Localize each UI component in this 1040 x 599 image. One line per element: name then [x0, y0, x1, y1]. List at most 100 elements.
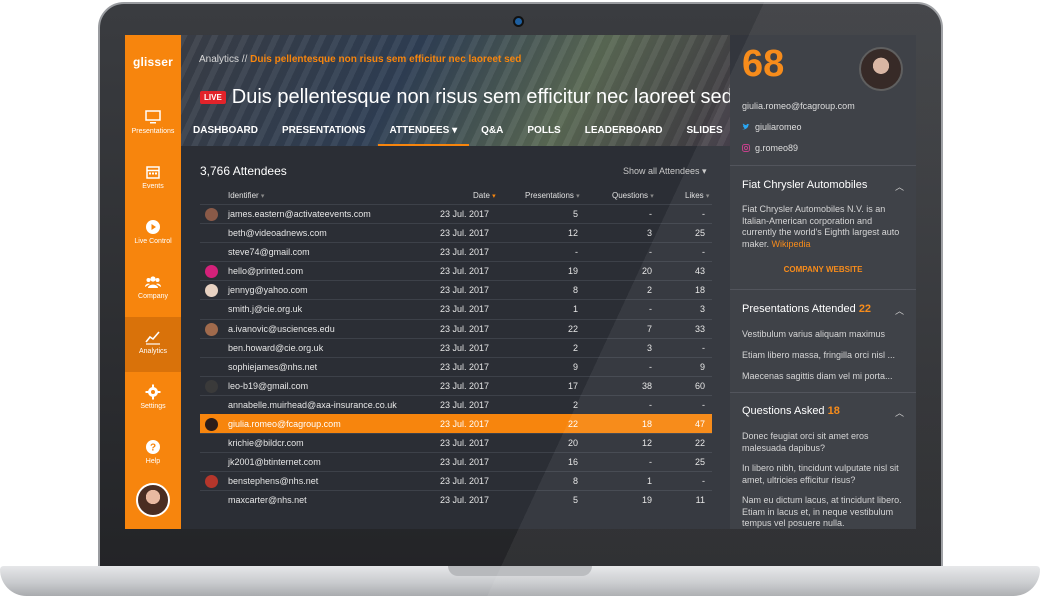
sidebar-item-presentations[interactable]: Presentations: [125, 97, 181, 152]
attendee-questions: -: [649, 304, 652, 315]
attendee-email: jk2001@btinternet.com: [228, 457, 321, 468]
tab-polls[interactable]: POLLS: [515, 124, 572, 146]
chevron-up-icon[interactable]: ︿: [895, 406, 904, 419]
attendee-questions: -: [649, 247, 652, 258]
app-logo[interactable]: glisser: [125, 55, 181, 69]
attendee-email: annabelle.muirhead@axa-insurance.co.uk: [228, 399, 397, 410]
table-row[interactable]: a.ivanovic@usciences.edu 23 Jul. 2017 22 7 3…: [200, 318, 712, 338]
tab-attendees[interactable]: ATTENDEES ▾: [377, 124, 470, 146]
instagram-icon: [742, 144, 750, 152]
attendee-presentations: 17: [567, 380, 578, 391]
sidebar-item-analytics[interactable]: Analytics: [125, 317, 181, 372]
column-header-presentations[interactable]: Presentations ▾: [525, 191, 580, 200]
gear-icon: [145, 384, 161, 400]
column-header-likes[interactable]: Likes ▾: [685, 191, 709, 200]
table-row[interactable]: ben.howard@cie.org.uk 23 Jul. 2017 2 3 -: [200, 337, 712, 357]
column-header-date[interactable]: Date ▾: [473, 191, 496, 200]
table-row[interactable]: beth@videoadnews.com 23 Jul. 2017 12 3 25: [200, 223, 712, 242]
chevron-up-icon[interactable]: ︿: [895, 180, 904, 193]
table-row[interactable]: giulia.romeo@fcagroup.com 23 Jul. 2017 22 1…: [200, 414, 712, 434]
attendee-email: leo-b19@gmail.com: [228, 380, 309, 391]
profile-avatar: [859, 47, 903, 91]
breadcrumb-current: Duis pellentesque non risus sem efficitu…: [250, 54, 522, 65]
attendee-date: 23 Jul. 2017: [440, 495, 490, 506]
column-header-identifier[interactable]: Identifier ▾: [228, 191, 264, 200]
attendee-date: 23 Jul. 2017: [440, 438, 490, 449]
table-row[interactable]: leo-b19@gmail.com 23 Jul. 2017 17 38 60: [200, 375, 712, 395]
attendee-date: 23 Jul. 2017: [440, 457, 490, 468]
sort-icon: ▾: [260, 193, 265, 200]
user-avatar[interactable]: [136, 483, 170, 517]
presentation-item[interactable]: Maecenas sagittis diam vel mi porta...: [742, 371, 906, 383]
attendee-date: 23 Jul. 2017: [440, 285, 490, 296]
sidebar-item-events[interactable]: Events: [125, 152, 181, 207]
attendee-table: james.eastern@activateevents.com 23 Jul. …: [200, 204, 712, 510]
tab-dashboard[interactable]: DASHBOARD: [181, 124, 270, 146]
company-website-link[interactable]: COMPANY WEBSITE: [730, 265, 916, 274]
tab-leaderboard[interactable]: LEADERBOARD: [573, 124, 675, 146]
chevron-up-icon[interactable]: ︿: [895, 304, 904, 317]
app-screen: glisser Presentations Events Live Contro…: [125, 35, 916, 529]
table-row[interactable]: maxcarter@nhs.net 23 Jul. 2017 5 19 11: [200, 490, 712, 509]
engagement-score: 68: [742, 43, 785, 85]
column-header-questions[interactable]: Questions ▾: [612, 191, 654, 200]
breadcrumb-root[interactable]: Analytics //: [199, 54, 247, 65]
table-row[interactable]: sophiejames@nhs.net 23 Jul. 2017 9 - 9: [200, 356, 712, 376]
laptop-notch: [448, 566, 592, 576]
attendee-email: giulia.romeo@fcagroup.com: [228, 419, 341, 430]
attendee-presentations: 2: [572, 342, 578, 353]
attendee-questions: 7: [646, 323, 652, 334]
table-row[interactable]: james.eastern@activateevents.com 23 Jul. …: [200, 204, 712, 223]
tab-slides[interactable]: SLIDES: [675, 124, 730, 146]
presentation-item[interactable]: Etiam libero massa, fringilla orci nisl …: [742, 350, 906, 362]
profile-instagram[interactable]: g.romeo89: [742, 143, 798, 153]
sidebar-item-help[interactable]: ? Help: [125, 427, 181, 482]
sidebar-item-label: Help: [145, 458, 161, 465]
column-label: Presentations: [525, 191, 574, 200]
wikipedia-link[interactable]: Wikipedia: [772, 239, 811, 249]
attendee-date: 23 Jul. 2017: [440, 476, 490, 487]
tab-presentations[interactable]: PRESENTATIONS: [270, 124, 378, 146]
tab-qa[interactable]: Q&A: [469, 124, 515, 146]
twitter-handle: giuliaromeo: [755, 122, 802, 132]
sidebar-item-settings[interactable]: Settings: [125, 372, 181, 427]
sidebar-item-company[interactable]: Company: [125, 262, 181, 317]
chart-icon: [145, 331, 160, 345]
attendee-questions: -: [649, 457, 652, 468]
attendee-likes: 11: [695, 495, 705, 506]
attendee-likes: 33: [694, 323, 705, 334]
table-row[interactable]: smith.j@cie.org.uk 23 Jul. 2017 1 - 3: [200, 299, 712, 318]
attendee-date: 23 Jul. 2017: [440, 304, 490, 315]
sidebar-item-live-control[interactable]: Live Control: [125, 207, 181, 262]
attendee-profile-panel: 68 giulia.romeo@fcagroup.com giuliaromeo…: [730, 35, 916, 529]
section-label: Questions Asked: [742, 405, 825, 417]
table-row[interactable]: jk2001@btinternet.com 23 Jul. 2017 16 - 25: [200, 452, 712, 471]
sidebar-item-label: Presentations: [131, 128, 175, 135]
profile-twitter[interactable]: giuliaromeo: [742, 122, 802, 132]
table-row[interactable]: hello@printed.com 23 Jul. 2017 19 20 43: [200, 261, 712, 280]
attendee-avatar: [205, 284, 218, 298]
presentation-item[interactable]: Vestibulum varius aliquam maximus: [742, 329, 906, 341]
table-row[interactable]: benstephens@nhs.net 23 Jul. 2017 8 1 -: [200, 471, 712, 490]
attendee-questions: -: [649, 399, 652, 410]
attendee-likes: 9: [699, 361, 705, 372]
attendee-date: 23 Jul. 2017: [440, 380, 490, 391]
attendee-avatar: [205, 379, 218, 393]
table-row[interactable]: krichie@bildcr.com 23 Jul. 2017 20 12 22: [200, 433, 712, 452]
attendee-avatar: [205, 265, 218, 279]
sidebar-item-label: Events: [142, 183, 164, 190]
attendee-questions: 3: [646, 228, 652, 239]
attendee-avatar: [205, 475, 218, 489]
attendee-avatar: [205, 322, 218, 336]
camera-icon: [515, 18, 522, 25]
attendee-email: krichie@bildcr.com: [228, 438, 304, 449]
table-row[interactable]: jennyg@yahoo.com 23 Jul. 2017 8 2 18: [200, 280, 712, 299]
table-row[interactable]: steve74@gmail.com 23 Jul. 2017 - - -: [200, 242, 712, 261]
attendee-date: 23 Jul. 2017: [440, 266, 490, 277]
attendee-email: beth@videoadnews.com: [228, 228, 327, 239]
attendee-filter-dropdown[interactable]: Show all Attendees ▾: [623, 166, 707, 177]
attendee-avatar: [205, 418, 218, 432]
presentations-attended-title: Presentations Attended 22: [742, 303, 871, 315]
table-row[interactable]: annabelle.muirhead@axa-insurance.co.uk 23…: [200, 394, 712, 414]
play-icon: [146, 220, 160, 234]
